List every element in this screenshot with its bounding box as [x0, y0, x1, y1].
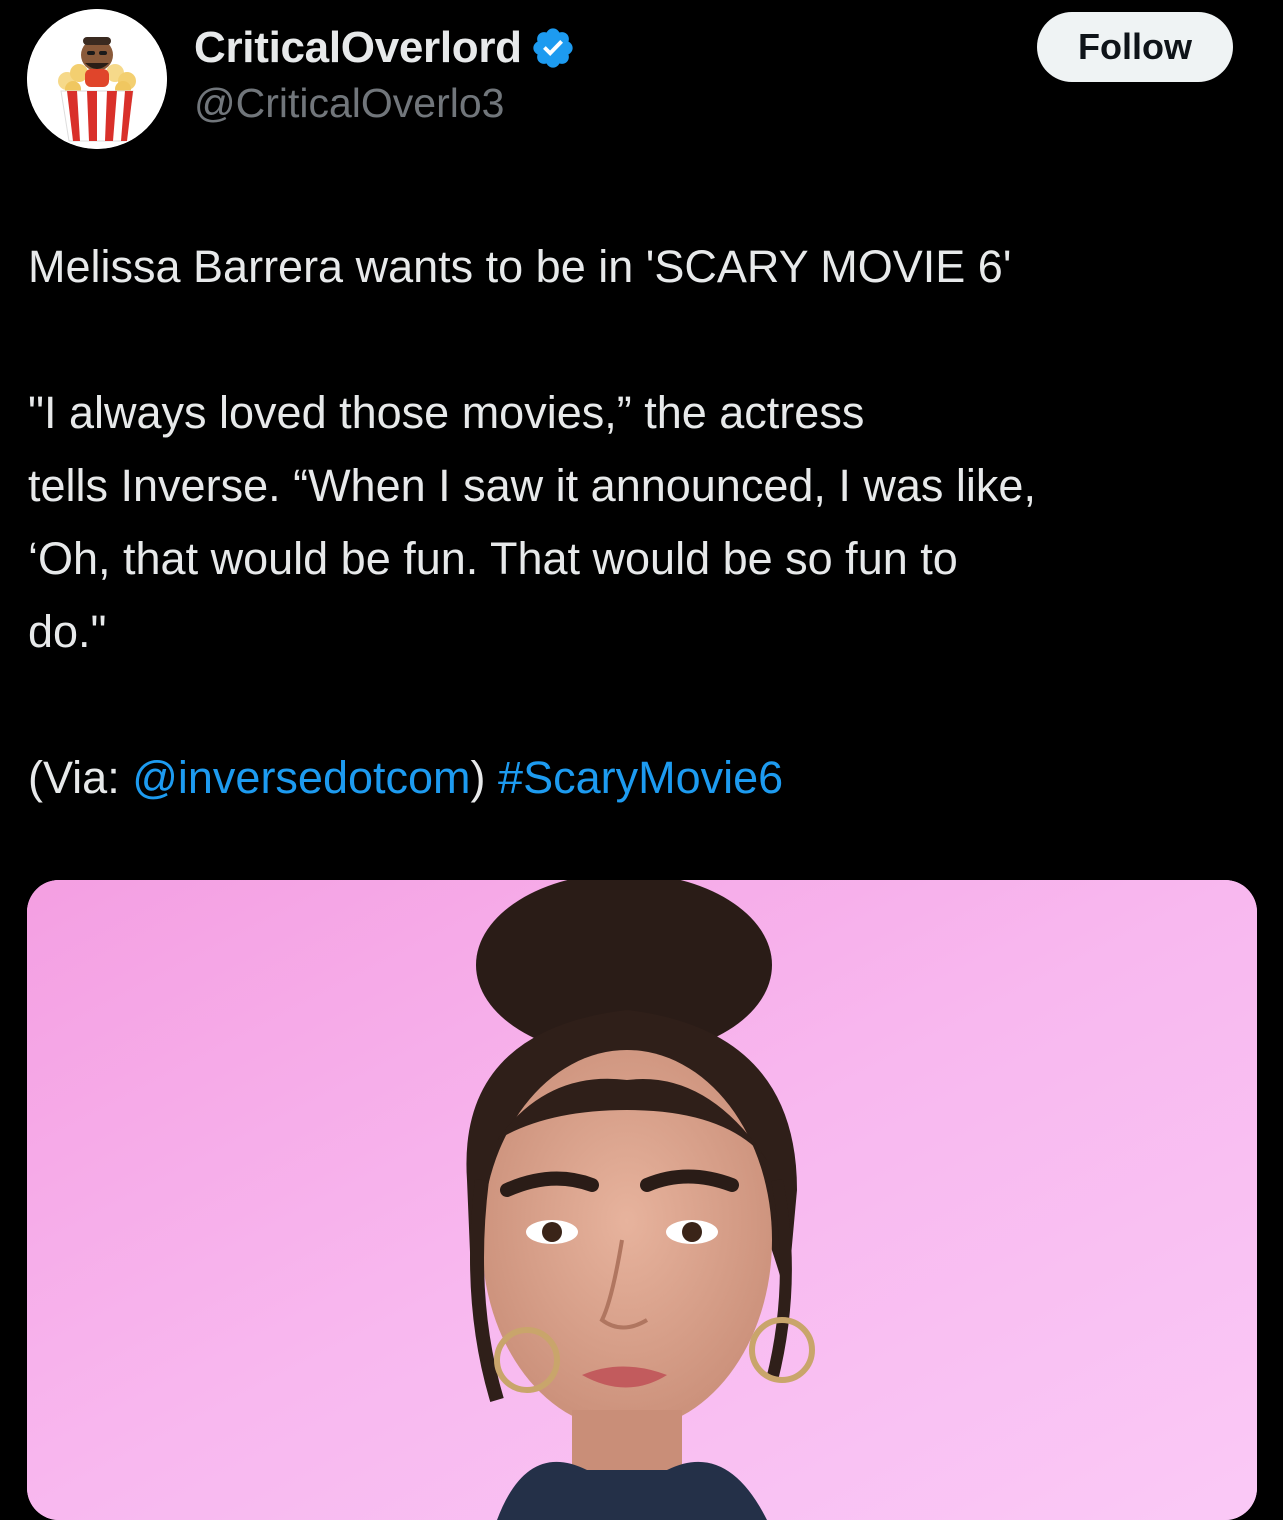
via-prefix: (Via: [28, 752, 133, 803]
tweet-text: Melissa Barrera wants to be in 'SCARY MO… [28, 230, 1258, 814]
verified-badge-icon [530, 25, 576, 71]
tweet-text-line: "I always loved those movies,” the actre… [28, 387, 865, 438]
woman-portrait-photo [27, 880, 1257, 1520]
tweet-card: CriticalOverlord @CriticalOverlo3 Follow… [0, 0, 1283, 1520]
tweet-text-line: tells Inverse. “When I saw it announced,… [28, 460, 1036, 511]
author-name-row: CriticalOverlord [194, 20, 576, 76]
author-handle[interactable]: @CriticalOverlo3 [194, 80, 504, 127]
author-avatar[interactable] [27, 9, 167, 149]
hashtag-link[interactable]: #ScaryMovie6 [498, 752, 783, 803]
via-suffix: ) [470, 752, 499, 803]
tweet-text-line: ‘Oh, that would be fun. That would be so… [28, 533, 958, 584]
tweet-media-photo[interactable] [27, 880, 1257, 1520]
mention-link[interactable]: @inversedotcom [132, 752, 470, 803]
tweet-via-line: (Via: @inversedotcom) #ScaryMovie6 [28, 741, 1258, 814]
tweet-text-line: do." [28, 606, 107, 657]
popcorn-bucket-avatar-icon [27, 9, 167, 149]
follow-button[interactable]: Follow [1037, 12, 1233, 82]
author-display-name[interactable]: CriticalOverlord [194, 23, 522, 73]
tweet-text-line: Melissa Barrera wants to be in 'SCARY MO… [28, 241, 1012, 292]
